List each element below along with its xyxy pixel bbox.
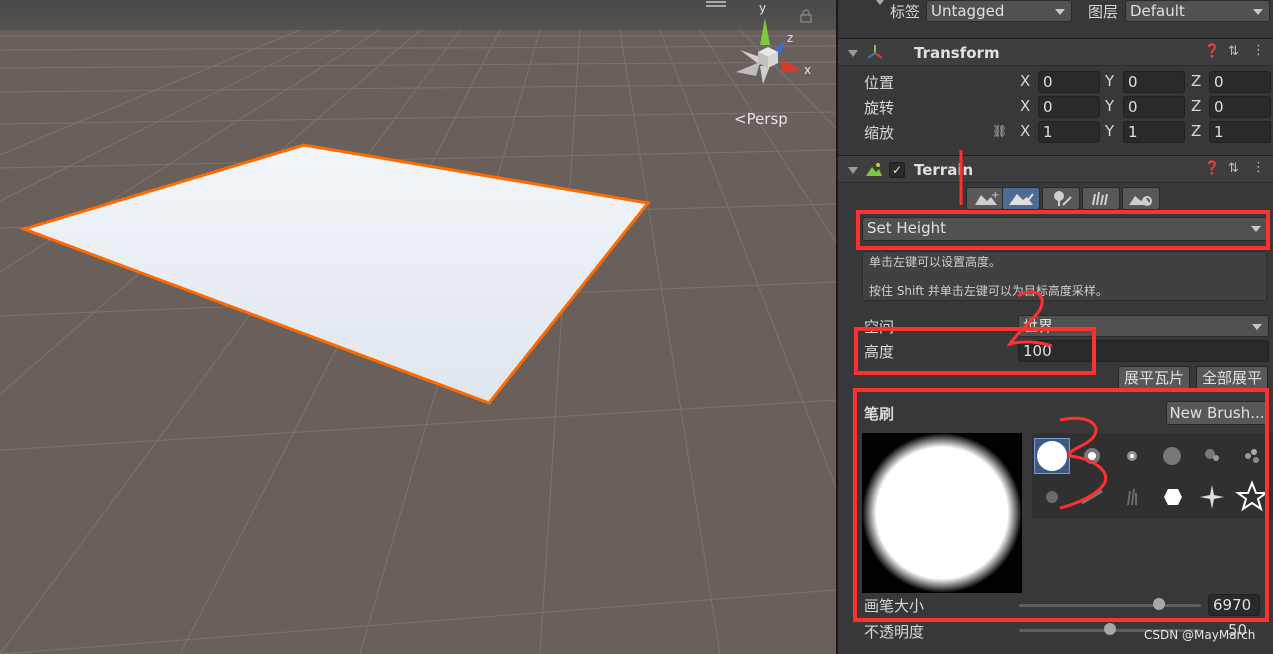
transform-icon xyxy=(866,44,884,62)
transform-header[interactable]: Transform ❓ ⇅ ⋮ xyxy=(838,38,1273,66)
scale-z-field[interactable]: 1 xyxy=(1209,121,1271,143)
constrain-proportions-icon[interactable]: ⛓ xyxy=(992,124,1007,138)
svg-text:+: + xyxy=(991,190,999,201)
preset-icon[interactable]: ⇅ xyxy=(1228,44,1239,59)
preset-icon[interactable]: ⇅ xyxy=(1228,161,1239,176)
chevron-down-icon xyxy=(1055,9,1065,15)
rotation-z-field[interactable]: 0 xyxy=(1209,96,1271,118)
layer-label: 图层 xyxy=(1088,3,1119,21)
scale-y-field[interactable]: 1 xyxy=(1123,121,1185,143)
chevron-down-icon xyxy=(1252,324,1262,330)
position-y-axis: Y xyxy=(1105,72,1115,90)
flatten-all-button[interactable]: 全部展平 xyxy=(1196,366,1268,390)
terrain-header[interactable]: ✓ Terrain ❓ ⇅ ⋮ xyxy=(838,155,1273,183)
position-label: 位置 xyxy=(864,74,895,92)
chevron-down-icon xyxy=(1253,9,1263,15)
paint-details-button[interactable] xyxy=(1082,187,1120,210)
help-line-1: 单击左键可以设置高度。 xyxy=(869,255,1002,269)
gizmo-y-label: y xyxy=(759,1,767,15)
fold-arrow-icon[interactable] xyxy=(848,50,858,57)
position-z-axis: Z xyxy=(1191,72,1202,90)
help-icon[interactable]: ❓ xyxy=(1204,161,1220,176)
watermark: CSDN @MayMarch xyxy=(1144,628,1256,642)
flatten-tile-button[interactable]: 展平瓦片 xyxy=(1118,366,1190,390)
position-y-field[interactable]: 0 xyxy=(1123,71,1185,93)
rotation-x-axis: X xyxy=(1020,97,1031,115)
paint-terrain-button[interactable] xyxy=(1002,187,1040,210)
header-chevron-icon[interactable] xyxy=(876,0,884,5)
gizmo-x-label: x xyxy=(804,63,812,77)
annotation-box-height xyxy=(854,327,1096,375)
layer-dropdown[interactable]: Default xyxy=(1125,0,1270,22)
rotation-y-field[interactable]: 0 xyxy=(1123,96,1185,118)
scene-viewport[interactable] xyxy=(0,0,836,654)
more-options-icon[interactable]: ⋮ xyxy=(1252,43,1265,58)
position-x-axis: X xyxy=(1020,72,1031,90)
annotation-box-tool xyxy=(856,210,1270,250)
scale-y-axis: Y xyxy=(1105,122,1115,140)
orientation-gizmo[interactable]: y z x xyxy=(730,0,820,95)
rotation-y-axis: Y xyxy=(1105,97,1115,115)
fold-arrow-icon[interactable] xyxy=(848,167,858,174)
terrain-icon xyxy=(866,162,882,178)
tag-label: 标签 xyxy=(890,3,921,21)
scene-menu-icon[interactable] xyxy=(704,0,728,8)
y-axis-cone[interactable] xyxy=(760,18,770,45)
perspective-toggle[interactable]: <Persp xyxy=(734,110,788,128)
x-axis-cone[interactable] xyxy=(782,60,802,72)
transform-title: Transform xyxy=(914,44,1000,62)
scale-label: 缩放 xyxy=(864,124,895,142)
scene-view[interactable]: y z x <Persp xyxy=(0,0,836,654)
scale-x-field[interactable]: 1 xyxy=(1038,121,1100,143)
position-z-field[interactable]: 0 xyxy=(1209,71,1271,93)
opacity-label: 不透明度 xyxy=(864,623,925,641)
scale-x-axis: X xyxy=(1020,122,1031,140)
create-neighbor-terrains-button[interactable]: + xyxy=(966,187,1004,210)
rotation-z-axis: Z xyxy=(1191,97,1202,115)
terrain-settings-button[interactable] xyxy=(1122,187,1160,210)
tag-value: Untagged xyxy=(931,2,1005,20)
scale-z-axis: Z xyxy=(1191,122,1202,140)
annotation-box-brushes xyxy=(853,388,1269,622)
opacity-slider-thumb[interactable] xyxy=(1104,623,1116,635)
terrain-enabled-checkbox[interactable]: ✓ xyxy=(889,162,905,178)
gizmo-z-label: z xyxy=(787,31,794,45)
terrain-title: Terrain xyxy=(914,161,974,179)
position-x-field[interactable]: 0 xyxy=(1038,71,1100,93)
help-box: 单击左键可以设置高度。 按住 Shift 并单击左键可以为目标高度采样。 xyxy=(862,251,1267,301)
rotation-label: 旋转 xyxy=(864,99,895,117)
layer-value: Default xyxy=(1130,2,1185,20)
help-line-2: 按住 Shift 并单击左键可以为目标高度采样。 xyxy=(869,284,1108,298)
tag-dropdown[interactable]: Untagged xyxy=(926,0,1072,22)
more-options-icon[interactable]: ⋮ xyxy=(1252,160,1265,175)
rotation-x-field[interactable]: 0 xyxy=(1038,96,1100,118)
paint-trees-button[interactable] xyxy=(1042,187,1080,210)
help-icon[interactable]: ❓ xyxy=(1204,44,1220,59)
